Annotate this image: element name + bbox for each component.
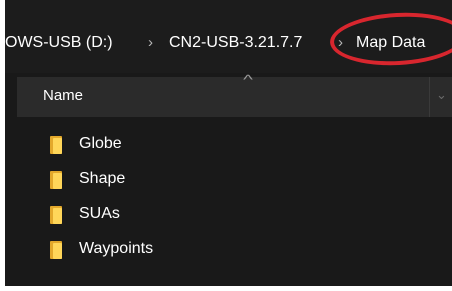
- folder-icon: [50, 206, 62, 224]
- column-header-label: Name: [43, 87, 84, 104]
- breadcrumb-drive[interactable]: OWS-USB (D:): [5, 31, 113, 55]
- chevron-right-icon[interactable]: ›: [148, 31, 153, 55]
- breadcrumb-folder-cn2-usb[interactable]: CN2-USB-3.21.7.7: [169, 31, 302, 55]
- list-item-shape[interactable]: Shape: [17, 165, 417, 197]
- sort-ascending-icon: ^: [243, 72, 253, 87]
- list-item-label: SUAs: [79, 205, 120, 222]
- file-list: Name ^ ⌄ Globe Shape SUAs Waypoints: [5, 72, 452, 286]
- list-item-label: Globe: [79, 135, 122, 152]
- breadcrumb: OWS-USB (D:) › CN2-USB-3.21.7.7 › Map Da…: [5, 0, 452, 73]
- list-item-globe[interactable]: Globe: [17, 130, 417, 162]
- folder-icon: [50, 136, 62, 154]
- list-item-label: Waypoints: [79, 240, 154, 257]
- folder-icon: [50, 241, 62, 259]
- list-item-suas[interactable]: SUAs: [17, 200, 417, 232]
- list-item-label: Shape: [79, 170, 126, 187]
- chevron-down-icon[interactable]: ⌄: [436, 87, 447, 103]
- red-highlight-circle: [328, 9, 452, 69]
- column-header-name[interactable]: Name ^ ⌄: [17, 72, 452, 117]
- column-divider[interactable]: [429, 77, 430, 117]
- folder-icon: [50, 171, 62, 189]
- file-explorer-window: OWS-USB (D:) › CN2-USB-3.21.7.7 › Map Da…: [5, 0, 452, 286]
- list-item-waypoints[interactable]: Waypoints: [17, 235, 417, 267]
